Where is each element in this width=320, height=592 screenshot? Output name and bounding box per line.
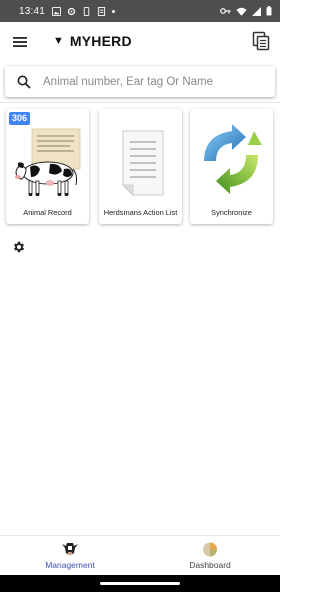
pie-chart-icon [203,542,217,557]
cow-record-icon [15,128,81,196]
search-bar [5,66,275,97]
gear-icon[interactable] [12,240,26,254]
app-bar: ▼ MYHERD [0,22,280,62]
nav-management[interactable]: Management [0,536,140,576]
status-bar: 13:41 [0,0,280,22]
nav-dashboard[interactable]: Dashboard [140,536,280,576]
signal-icon [252,6,261,16]
document-list-icon [122,130,164,196]
system-gesture-bar [0,575,280,592]
divider [0,102,280,103]
status-time: 13:41 [19,5,46,17]
tile-label: Animal Record [23,208,72,217]
dot-icon [112,9,116,13]
search-input[interactable] [43,75,263,88]
sync-arrows-icon [204,124,262,194]
settings-icon [67,7,76,15]
nav-label: Management [45,560,95,570]
animal-count-badge: 306 [9,112,31,125]
herd-selector[interactable]: ▼ MYHERD [53,33,132,49]
tile-animal-record[interactable]: 306 Animal Record [6,109,89,224]
search-icon [17,75,31,89]
status-icons-left [52,6,116,16]
herd-title: MYHERD [69,33,132,49]
tile-herdsmans-action-list[interactable]: Herdsmans Action List [99,109,182,224]
status-icons-right [220,6,272,16]
photo-icon [52,6,62,16]
tile-synchronize[interactable]: Synchronize [190,109,273,224]
tile-label: Herdsmans Action List [103,208,178,217]
bottom-navigation: Management Dashboard [0,535,280,575]
cow-head-icon [62,543,78,556]
document-icon [97,6,106,16]
nav-label: Dashboard [189,560,231,570]
tile-label: Synchronize [211,208,252,217]
copy-documents-icon[interactable] [252,31,270,51]
key-icon [220,8,231,14]
hamburger-menu-icon[interactable] [12,34,28,50]
phone-icon [83,6,90,16]
battery-icon [266,6,272,16]
home-gesture-handle[interactable] [100,582,180,585]
wifi-icon [236,7,247,16]
caret-down-icon: ▼ [53,35,64,47]
